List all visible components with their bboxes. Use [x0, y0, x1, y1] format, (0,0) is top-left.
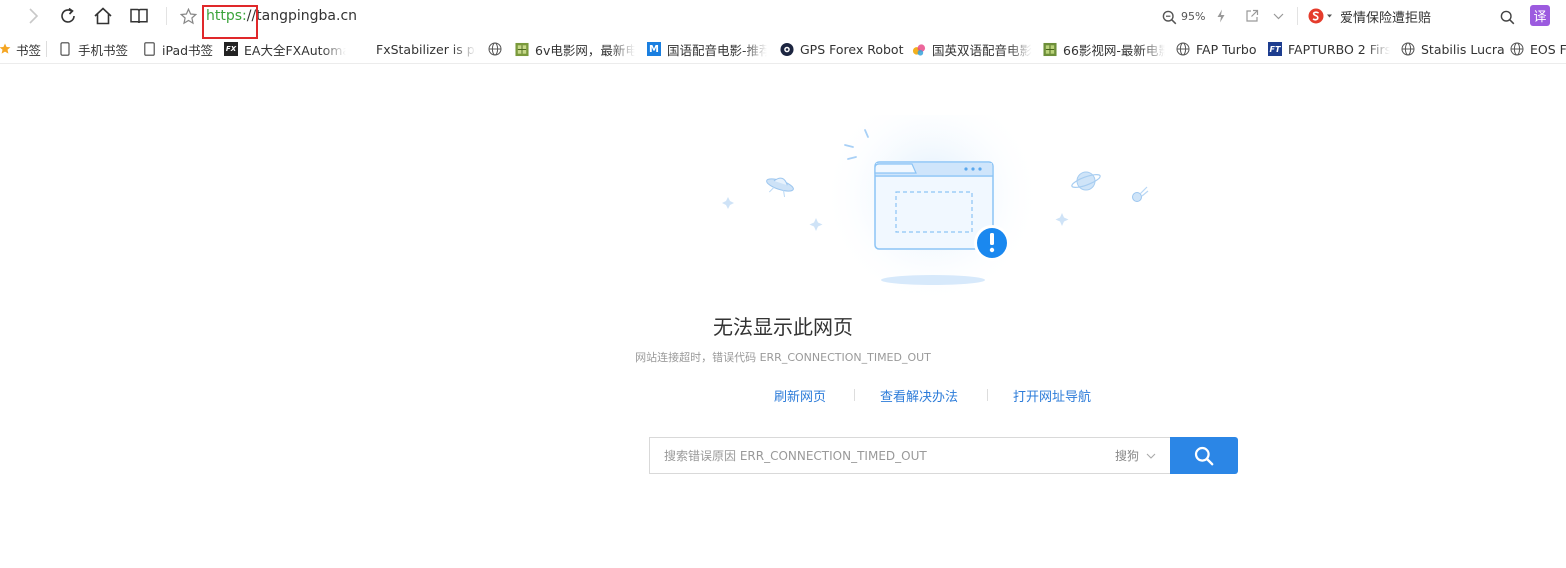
- zoom-level: 95%: [1181, 10, 1206, 23]
- bookmark-item[interactable]: FX EA大全FXAutoma: [224, 41, 346, 57]
- bookmarks-divider: [46, 41, 47, 57]
- error-search-input[interactable]: [650, 438, 1100, 473]
- lightning-icon: [1217, 9, 1225, 23]
- error-actions: 刷新网页 查看解决办法 打开网址导航: [0, 386, 1566, 405]
- link-divider: [854, 389, 855, 401]
- speed-mode-button[interactable]: [1214, 8, 1228, 24]
- news-ticker[interactable]: 爱情保险遭拒赔: [1340, 7, 1431, 26]
- globe-icon: [1176, 42, 1190, 56]
- bookmark-item[interactable]: [488, 41, 508, 57]
- globe-icon: [1401, 42, 1415, 56]
- globe-icon: [1510, 42, 1524, 56]
- chevron-down-icon: [1146, 453, 1156, 459]
- refresh-page-link[interactable]: 刷新网页: [774, 386, 826, 405]
- sogou-menu-button[interactable]: [1307, 7, 1335, 25]
- bookmark-item[interactable]: 手机书签: [58, 41, 128, 57]
- toolbar-divider: [166, 7, 167, 25]
- error-search-box: 搜狗: [649, 437, 1171, 474]
- bookmark-label: 国英双语配音电影: [932, 42, 1032, 58]
- bookmark-item[interactable]: FAP Turbo: [1176, 41, 1257, 57]
- ft-logo-icon: FT: [1268, 42, 1282, 56]
- search-button[interactable]: [1498, 8, 1516, 26]
- planet-icon: [1071, 171, 1101, 191]
- bookmark-label: 6v电影网，最新电: [535, 42, 635, 58]
- connection-error-illustration: [722, 115, 1149, 295]
- zoom-button[interactable]: [1160, 8, 1178, 26]
- bookmark-label: 手机书签: [78, 42, 129, 58]
- star-outline-icon: [179, 7, 197, 24]
- globe-icon: [488, 42, 502, 56]
- color-logo-icon: [912, 42, 926, 56]
- bookmark-label: Stabilis Lucra: [1421, 41, 1505, 57]
- sparkle-icon: [809, 218, 823, 231]
- bookmark-item[interactable]: Stabilis Lucra: [1401, 41, 1505, 57]
- search-icon: [1500, 10, 1514, 24]
- reload-button[interactable]: [58, 6, 78, 26]
- search-engine-label: 搜狗: [1115, 449, 1140, 463]
- share-button[interactable]: [1244, 8, 1260, 24]
- film-icon: [515, 42, 529, 56]
- bookmark-label: GPS Forex Robot: [800, 41, 904, 57]
- exclamation-icon: [974, 225, 1010, 261]
- view-solutions-link[interactable]: 查看解决办法: [880, 386, 958, 405]
- bookmark-label: 66影视网-最新电影: [1063, 42, 1165, 58]
- bookmark-label: FxStabilizer is pr: [376, 41, 476, 57]
- reader-button[interactable]: [128, 6, 150, 26]
- reload-icon: [61, 7, 75, 23]
- book-icon: [130, 8, 148, 24]
- chevron-down-icon: [1273, 13, 1283, 19]
- link-divider: [987, 389, 988, 401]
- blank-icon: [356, 42, 370, 56]
- url-host: //tangpingba.cn: [246, 8, 358, 24]
- sparkle-icon: [722, 197, 734, 209]
- bookmark-label: iPad书签: [162, 42, 214, 58]
- share-menu-toggle[interactable]: [1271, 9, 1285, 23]
- tablet-icon: [142, 42, 156, 56]
- bookmark-star-button[interactable]: [179, 7, 197, 25]
- translate-button[interactable]: 译: [1530, 5, 1550, 26]
- meteor-icon: [1132, 186, 1149, 202]
- search-submit-button[interactable]: [1170, 437, 1238, 474]
- error-subtitle: 网站连接超时，错误代码 ERR_CONNECTION_TIMED_OUT: [635, 351, 931, 364]
- open-navigation-link[interactable]: 打开网址导航: [1013, 386, 1091, 405]
- bookmark-item[interactable]: 书签: [0, 41, 41, 57]
- phone-icon: [58, 42, 72, 56]
- m-logo-icon: M: [647, 42, 661, 56]
- bookmark-item[interactable]: FxStabilizer is pr: [356, 41, 476, 57]
- bookmark-label: 国语配音电影-推荐: [667, 42, 767, 58]
- bookmark-item[interactable]: iPad书签: [142, 41, 213, 57]
- sogou-logo-icon: [1308, 8, 1332, 24]
- ufo-icon: [766, 177, 794, 198]
- chevron-right-icon: [29, 8, 39, 24]
- bookmarks-bar: 书签 手机书签 iPad书签 FX EA大全FXAutoma FxStabili…: [0, 33, 1566, 64]
- bookmark-item[interactable]: 国英双语配音电影: [912, 41, 1032, 57]
- search-engine-select[interactable]: 搜狗: [1115, 438, 1156, 473]
- sparkle-icon: [1055, 213, 1069, 226]
- star-icon: [0, 42, 12, 56]
- bookmark-item[interactable]: M 国语配音电影-推荐: [647, 41, 767, 57]
- bookmark-item[interactable]: GPS Forex Robot: [780, 41, 904, 57]
- forward-button[interactable]: [24, 7, 42, 25]
- search-icon: [1194, 446, 1214, 465]
- browser-toolbar: https://tangpingba.cn 95% 爱情保险遭拒赔 译: [0, 0, 1566, 39]
- bookmark-label: EA大全FXAutoma: [244, 42, 346, 58]
- bookmark-item[interactable]: FT FAPTURBO 2 First: [1268, 41, 1390, 57]
- browser-window-icon: [874, 161, 994, 250]
- robot-icon: [780, 42, 794, 56]
- share-icon: [1246, 9, 1259, 22]
- bookmark-item[interactable]: 66影视网-最新电影: [1043, 41, 1165, 57]
- home-button[interactable]: [92, 6, 114, 26]
- fx-logo-icon: FX: [224, 42, 238, 56]
- bookmark-item[interactable]: 6v电影网，最新电: [515, 41, 635, 57]
- bookmark-label: FAPTURBO 2 First: [1288, 41, 1390, 57]
- bookmark-item[interactable]: EOS F: [1510, 41, 1566, 57]
- film-icon: [1043, 42, 1057, 56]
- bookmark-label: EOS F: [1530, 41, 1566, 57]
- bookmark-label: 书签: [16, 42, 42, 58]
- home-icon: [94, 7, 112, 25]
- bookmark-label: FAP Turbo: [1196, 41, 1257, 57]
- error-title: 无法显示此网页: [713, 315, 853, 339]
- toolbar-divider: [1297, 7, 1298, 25]
- zoom-icon: [1162, 10, 1176, 24]
